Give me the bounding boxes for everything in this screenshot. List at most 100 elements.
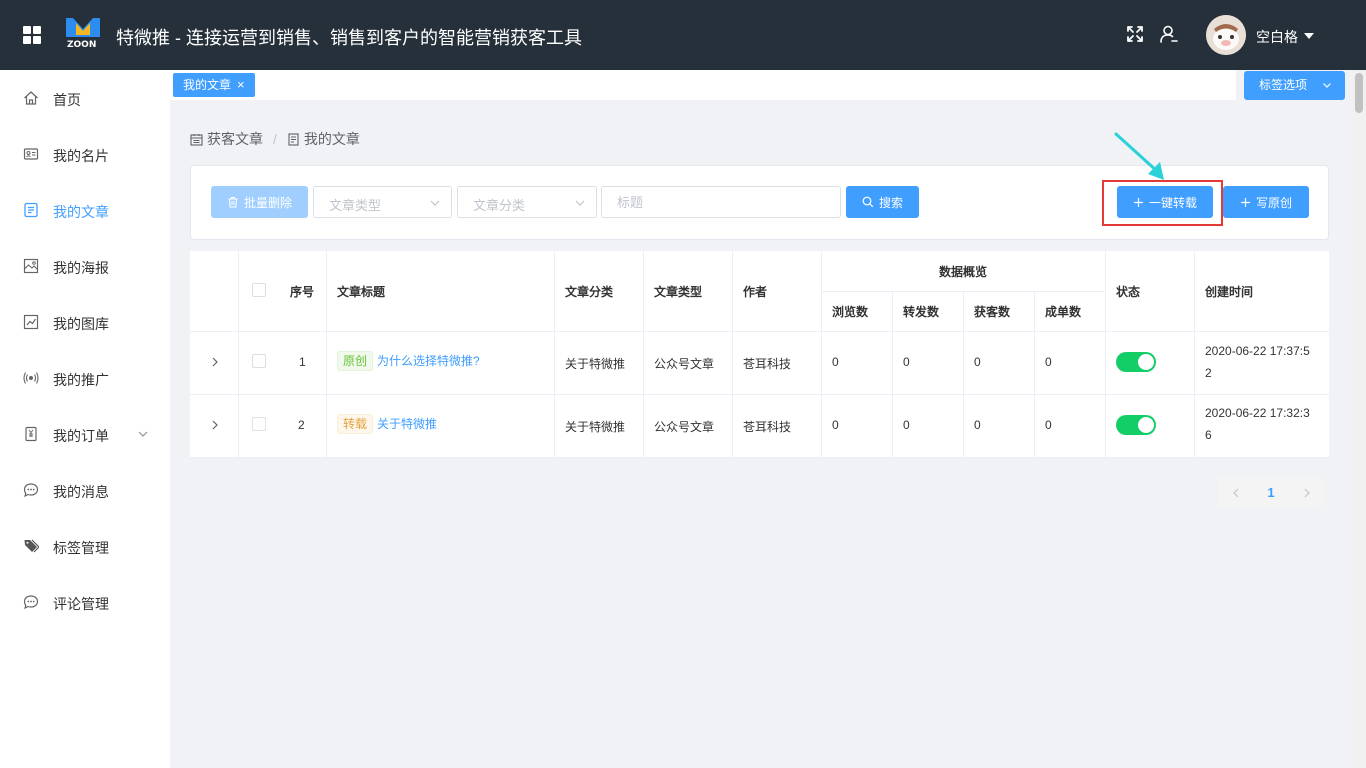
calendar-icon bbox=[190, 133, 203, 146]
write-original-label: 写原创 bbox=[1255, 195, 1292, 210]
expand-row-icon[interactable] bbox=[209, 419, 221, 431]
row-author: 苍耳科技 bbox=[743, 420, 792, 434]
close-icon[interactable]: × bbox=[237, 73, 245, 97]
one-click-repost-button[interactable]: 一键转载 bbox=[1117, 186, 1213, 218]
original-tag: 原创 bbox=[337, 351, 374, 371]
zoon-logo: ZOON bbox=[66, 18, 100, 49]
sidebar-item-orders[interactable]: 我的订单 bbox=[0, 406, 170, 462]
tab-options-button[interactable]: 标签选项 bbox=[1244, 71, 1345, 100]
article-type-select[interactable]: 文章类型 bbox=[313, 186, 452, 218]
next-page-button[interactable] bbox=[1289, 478, 1324, 507]
header-shares: 转发数 bbox=[903, 305, 940, 319]
chevron-down-icon[interactable] bbox=[138, 429, 148, 439]
header-category: 文章分类 bbox=[565, 285, 614, 299]
sidebar-item-messages[interactable]: 我的消息 bbox=[0, 462, 170, 518]
repost-tag: 转载 bbox=[337, 414, 374, 434]
header-orders: 成单数 bbox=[1045, 305, 1082, 319]
row-type: 公众号文章 bbox=[654, 420, 715, 434]
title-search-input[interactable] bbox=[601, 186, 841, 218]
sidebar-item-label: 我的文章 bbox=[53, 204, 109, 220]
breadcrumb-current: 我的文章 bbox=[303, 131, 360, 147]
header-leads: 获客数 bbox=[974, 305, 1011, 319]
chevron-left-icon bbox=[1232, 488, 1238, 497]
header-status: 状态 bbox=[1116, 285, 1141, 299]
prev-page-button[interactable] bbox=[1218, 478, 1253, 507]
sidebar-item-label: 我的海报 bbox=[53, 260, 109, 276]
chevron-right-icon bbox=[1304, 488, 1310, 497]
sidebar-item-articles[interactable]: 我的文章 bbox=[0, 182, 170, 238]
header-created: 创建时间 bbox=[1205, 285, 1254, 299]
row-shares: 0 bbox=[903, 418, 910, 432]
app-title: 特微推 - 连接运营到销售、销售到客户的智能营销获客工具 bbox=[116, 28, 582, 48]
row-checkbox[interactable] bbox=[252, 417, 266, 431]
row-leads: 0 bbox=[974, 355, 981, 369]
status-switch[interactable] bbox=[1116, 352, 1156, 372]
header-index: 序号 bbox=[290, 285, 315, 299]
select-all-checkbox[interactable] bbox=[252, 283, 266, 297]
message-icon bbox=[23, 483, 39, 498]
id-card-icon bbox=[23, 148, 39, 160]
sidebar-item-label: 标签管理 bbox=[53, 540, 109, 556]
sidebar-item-label: 我的推广 bbox=[53, 372, 109, 388]
breadcrumb-parent[interactable]: 获客文章 bbox=[207, 129, 263, 149]
search-icon bbox=[862, 196, 874, 208]
row-category: 关于特微推 bbox=[565, 420, 626, 434]
write-original-button[interactable]: 写原创 bbox=[1223, 186, 1309, 218]
page-number-button[interactable]: 1 bbox=[1253, 478, 1289, 507]
breadcrumb-separator: / bbox=[273, 131, 277, 147]
sidebar-item-posters[interactable]: 我的海报 bbox=[0, 238, 170, 294]
sidebar-item-tags[interactable]: 标签管理 bbox=[0, 518, 170, 574]
header-type: 文章类型 bbox=[654, 285, 703, 299]
home-icon bbox=[24, 91, 38, 105]
plus-icon bbox=[1240, 197, 1250, 207]
row-author: 苍耳科技 bbox=[743, 357, 792, 371]
sidebar-item-business-card[interactable]: 我的名片 bbox=[0, 126, 170, 182]
svg-text:ZOON: ZOON bbox=[67, 40, 96, 49]
chevron-down-icon bbox=[575, 200, 585, 206]
sidebar: 首页 我的名片 我的文章 我的海报 我的图库 我的推广 我的订单 我的消息 标签… bbox=[0, 70, 170, 768]
image-icon bbox=[23, 258, 39, 274]
breadcrumb: 获客文章 / 我的文章 bbox=[190, 129, 360, 149]
batch-delete-button[interactable]: 批量删除 bbox=[211, 186, 308, 218]
sidebar-item-home[interactable]: 首页 bbox=[0, 70, 170, 126]
user-profile-icon[interactable] bbox=[1159, 24, 1179, 44]
sidebar-item-label: 我的名片 bbox=[53, 148, 109, 164]
article-title-link[interactable]: 为什么选择特微推? bbox=[377, 354, 480, 368]
sidebar-item-promotion[interactable]: 我的推广 bbox=[0, 350, 170, 406]
trash-icon bbox=[228, 197, 238, 208]
status-switch[interactable] bbox=[1116, 415, 1156, 435]
filter-toolbar: 批量删除 文章类型 文章分类 搜索 一键转载 写原创 bbox=[190, 165, 1329, 240]
row-shares: 0 bbox=[903, 355, 910, 369]
row-created-line1: 2020-06-22 17:32:3 bbox=[1205, 406, 1310, 420]
row-created-line2: 2 bbox=[1205, 366, 1212, 380]
header-data-overview: 数据概览 bbox=[939, 265, 988, 279]
article-title-link[interactable]: 关于特微推 bbox=[377, 417, 437, 431]
row-type: 公众号文章 bbox=[654, 357, 715, 371]
pagination: 1 bbox=[1218, 478, 1324, 507]
user-avatar[interactable] bbox=[1206, 15, 1246, 55]
comment-icon bbox=[23, 595, 39, 610]
fullscreen-icon[interactable] bbox=[1125, 24, 1145, 44]
expand-row-icon[interactable] bbox=[209, 356, 221, 368]
search-button[interactable]: 搜索 bbox=[846, 186, 919, 218]
sidebar-item-comments[interactable]: 评论管理 bbox=[0, 574, 170, 630]
tab-my-articles[interactable]: 我的文章 × bbox=[173, 73, 255, 97]
user-dropdown-caret-icon[interactable] bbox=[1304, 33, 1314, 39]
row-checkbox[interactable] bbox=[252, 354, 266, 368]
tabs-bar: 我的文章 × bbox=[170, 70, 1236, 100]
row-index: 2 bbox=[298, 418, 305, 432]
user-name[interactable]: 空白格 bbox=[1256, 27, 1298, 47]
sidebar-item-label: 我的图库 bbox=[53, 316, 109, 332]
order-icon bbox=[25, 426, 37, 442]
page-scrollbar[interactable] bbox=[1352, 70, 1366, 768]
header-views: 浏览数 bbox=[832, 305, 869, 319]
article-category-select[interactable]: 文章分类 bbox=[457, 186, 597, 218]
sidebar-item-label: 我的消息 bbox=[53, 484, 109, 500]
apps-grid-icon[interactable] bbox=[23, 26, 41, 44]
plus-icon bbox=[1133, 197, 1143, 207]
chevron-down-icon bbox=[1323, 83, 1331, 88]
row-category: 关于特微推 bbox=[565, 357, 626, 371]
scrollbar-thumb[interactable] bbox=[1355, 73, 1363, 113]
document-icon bbox=[288, 132, 299, 146]
sidebar-item-gallery[interactable]: 我的图库 bbox=[0, 294, 170, 350]
